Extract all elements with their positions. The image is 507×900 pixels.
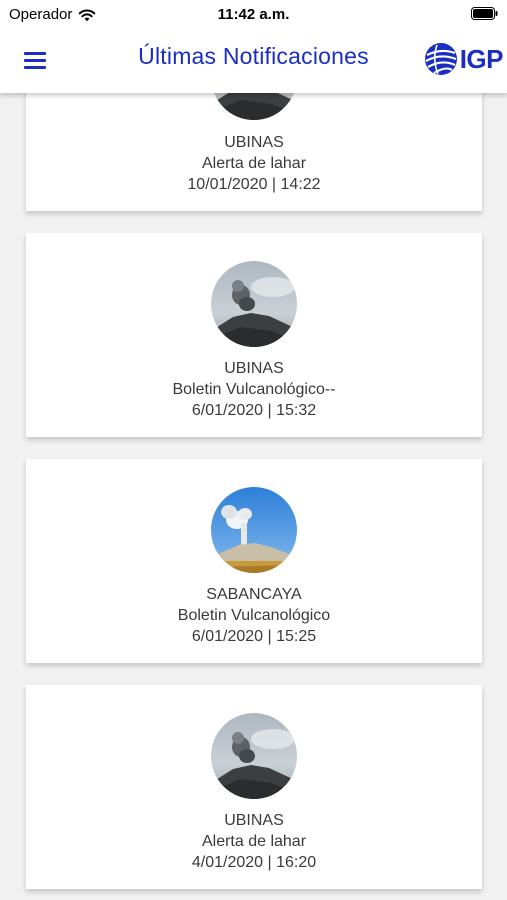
notification-datetime: 6/01/2020 | 15:32: [191, 402, 317, 419]
notification-card[interactable]: SABANCAYA Boletin Vulcanológico 6/01/202…: [26, 459, 482, 663]
globe-logo-icon: [424, 43, 457, 75]
notification-datetime: 4/01/2020 | 16:20: [191, 854, 317, 871]
notification-type: Boletin Vulcanológico: [177, 607, 331, 624]
notification-type: Alerta de lahar: [201, 155, 307, 172]
logo-text: IGP: [459, 43, 504, 74]
app-header: Últimas Notificaciones IGP: [0, 28, 507, 93]
notification-type: Alerta de lahar: [201, 833, 307, 850]
status-bar: Operador 11:42 a.m.: [0, 0, 507, 28]
battery-icon: [471, 7, 498, 20]
notification-datetime: 10/01/2020 | 14:22: [187, 176, 321, 193]
volcano-name: UBINAS: [224, 134, 284, 151]
notification-type: Boletin Vulcanológico--: [172, 381, 336, 398]
volcano-photo: [211, 487, 297, 573]
volcano-name: UBINAS: [224, 812, 284, 829]
volcano-name: UBINAS: [224, 360, 284, 377]
notification-datetime: 6/01/2020 | 15:25: [191, 628, 317, 645]
volcano-photo: [211, 261, 297, 347]
igp-logo[interactable]: IGP: [424, 42, 504, 76]
notification-card[interactable]: UBINAS Boletin Vulcanológico-- 6/01/2020…: [26, 233, 482, 437]
status-time: 11:42 a.m.: [217, 6, 290, 23]
notification-card[interactable]: UBINAS Alerta de lahar 4/01/2020 | 16:20: [26, 685, 482, 889]
volcano-name: SABANCAYA: [206, 586, 302, 603]
volcano-photo: [211, 713, 297, 799]
